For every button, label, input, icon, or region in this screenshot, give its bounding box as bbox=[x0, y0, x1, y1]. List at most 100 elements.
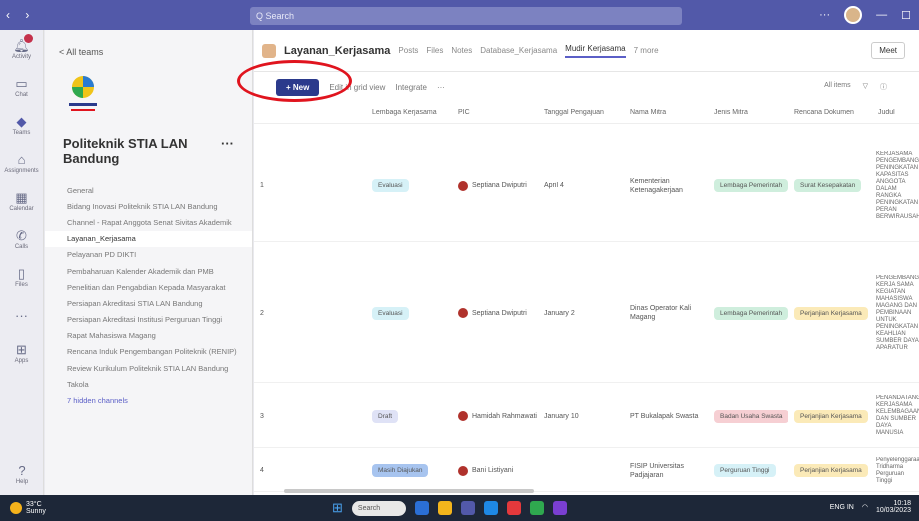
info-icon[interactable]: ⓘ bbox=[880, 82, 887, 92]
rail-help[interactable]: ? Help bbox=[0, 455, 44, 493]
rail-files[interactable]: ▯ Files bbox=[0, 258, 43, 296]
rail-chat[interactable]: ▭ Chat bbox=[0, 68, 43, 106]
wifi-icon[interactable]: ◠ bbox=[862, 503, 868, 511]
channel-item[interactable]: Persiapan Akreditasi Institusi Perguruan… bbox=[45, 312, 252, 328]
table-row[interactable]: 3 Draft Hamidah Rahmawati January 10 PT Buka… bbox=[254, 385, 919, 448]
tray-lang[interactable]: ENG IN bbox=[830, 504, 854, 511]
toolbar-more-icon[interactable]: ··· bbox=[437, 83, 445, 92]
phone-icon: ✆ bbox=[16, 227, 27, 243]
channel-item[interactable]: Penelitian dan Pengabdian Kepada Masyara… bbox=[45, 279, 252, 295]
tab-more[interactable]: 7 more bbox=[634, 46, 659, 55]
filter-icon[interactable]: ▽ bbox=[863, 82, 868, 92]
integrate-button[interactable]: Integrate bbox=[395, 83, 427, 92]
rail-more[interactable]: ··· bbox=[0, 296, 43, 334]
channel-item-active[interactable]: Layanan_Kerjasama bbox=[45, 230, 252, 247]
col-header[interactable]: PIC bbox=[452, 109, 538, 116]
minimize-icon[interactable]: — bbox=[876, 9, 887, 21]
channel-item[interactable]: Review Kurikulum Politeknik STIA LAN Ban… bbox=[45, 360, 252, 376]
person-chip[interactable]: Bani Listiyani bbox=[458, 465, 538, 476]
title-bar: ‹ › Q Search ··· — ☐ bbox=[0, 0, 919, 30]
taskbar-app-icon[interactable] bbox=[414, 501, 429, 515]
person-chip[interactable]: Hamidah Rahmawati bbox=[458, 411, 538, 421]
status-pill: Surat Kesepakatan bbox=[794, 179, 862, 192]
back-to-teams-link[interactable]: < All teams bbox=[45, 30, 252, 65]
cell-text: Kementerian Ketenagakerjaan bbox=[630, 177, 683, 194]
tab-posts[interactable]: Posts bbox=[398, 46, 418, 55]
status-pill: Evaluasi bbox=[372, 306, 409, 320]
rail-activity[interactable]: 🔔︎ Activity bbox=[0, 30, 43, 68]
status-pill: Lembaga Pemerintah bbox=[714, 179, 788, 192]
channel-item[interactable]: Rencana Induk Pengembangan Politeknik (R… bbox=[45, 344, 252, 360]
status-pill: Perjanjian Kerjasama bbox=[794, 306, 868, 320]
search-input[interactable]: Q Search bbox=[250, 7, 682, 25]
table-row[interactable]: 1 Evaluasi Septiana Dwiputri April 4 Kemente… bbox=[254, 130, 919, 242]
taskbar-search[interactable]: Search bbox=[351, 500, 406, 516]
col-header[interactable]: Tanggal Pengajuan bbox=[538, 109, 624, 116]
status-pill: Perjanjian Kerjasama bbox=[794, 409, 868, 423]
tab-files[interactable]: Files bbox=[426, 46, 443, 55]
team-logo bbox=[69, 76, 97, 111]
col-header[interactable]: Judul bbox=[872, 109, 919, 116]
maximize-icon[interactable]: ☐ bbox=[901, 9, 911, 22]
taskbar-app-icon[interactable] bbox=[460, 501, 475, 515]
hidden-channels-link[interactable]: 7 hidden channels bbox=[45, 392, 252, 408]
person-name: Septiana Dwiputri bbox=[472, 182, 527, 189]
col-header[interactable]: Nama Mitra bbox=[624, 109, 708, 116]
channel-item[interactable]: Persiapan Akreditasi STIA LAN Bandung bbox=[45, 295, 252, 311]
table-cell: 2 bbox=[254, 310, 366, 317]
all-items-view[interactable]: All items bbox=[824, 82, 850, 92]
windows-start-icon[interactable]: ⊞ bbox=[332, 500, 343, 516]
weather-widget[interactable]: 33°C Sunny bbox=[0, 501, 46, 515]
channel-item[interactable]: Pembaharuan Kalender Akademik dan PMB bbox=[45, 263, 252, 279]
table-cell: Kementerian Ketenagakerjaan bbox=[624, 177, 708, 195]
taskbar-app-icon[interactable] bbox=[506, 501, 521, 515]
user-avatar[interactable] bbox=[844, 6, 863, 24]
channel-item[interactable]: Pelayanan PD DIKTI bbox=[45, 247, 252, 263]
nav-arrows[interactable]: ‹ › bbox=[0, 8, 44, 22]
taskbar-app-icon[interactable] bbox=[552, 501, 567, 515]
person-chip[interactable]: Septiana Dwiputri bbox=[458, 308, 538, 318]
table-row[interactable]: 2 Evaluasi Septiana Dwiputri January 2 Dinas… bbox=[254, 244, 919, 383]
channel-item[interactable]: General bbox=[45, 182, 252, 198]
col-header[interactable]: Rencana Dokumen bbox=[788, 109, 872, 116]
view-controls: All items ▽ ⓘ bbox=[824, 82, 887, 92]
more-options-icon[interactable]: ··· bbox=[819, 9, 830, 21]
rail-label: Apps bbox=[14, 357, 29, 364]
col-header[interactable]: Jenis Mitra bbox=[708, 109, 788, 116]
channel-list: General Bidang Inovasi Politeknik STIA L… bbox=[45, 182, 252, 409]
table-cell: 1 bbox=[254, 182, 366, 189]
rail-calls[interactable]: ✆ Calls bbox=[0, 220, 43, 258]
taskbar-app-icon[interactable] bbox=[529, 501, 544, 515]
col-header[interactable]: Lembaga Kerjasama bbox=[366, 109, 452, 116]
cell-text: January 2 bbox=[544, 309, 575, 317]
channel-item[interactable]: Channel - Rapat Anggota Senat Sivitas Ak… bbox=[45, 214, 252, 230]
table-cell: 4 bbox=[254, 467, 366, 474]
channel-avatar-icon bbox=[262, 43, 276, 58]
channel-item[interactable]: Takola bbox=[45, 376, 252, 392]
team-options-icon[interactable]: ··· bbox=[221, 136, 234, 166]
tab-database[interactable]: Database_Kerjasama bbox=[480, 46, 557, 55]
channel-item[interactable]: Bidang Inovasi Politeknik STIA LAN Bandu… bbox=[45, 198, 252, 214]
tab-mudir-kerjasama[interactable]: Mudir Kerjasama bbox=[565, 44, 626, 58]
table-row[interactable]: 4 Masih Diajukan Bani Listiyani FISIP Unive… bbox=[254, 450, 919, 492]
person-chip[interactable]: Septiana Dwiputri bbox=[458, 180, 538, 191]
weather-desc: Sunny bbox=[26, 508, 46, 515]
table-cell: Perguruan Tinggi bbox=[708, 464, 788, 477]
horizontal-scrollbar[interactable] bbox=[284, 489, 534, 493]
status-pill: Evaluasi bbox=[372, 179, 409, 192]
meet-button[interactable]: Meet bbox=[871, 42, 905, 59]
taskbar-app-icon[interactable] bbox=[437, 501, 452, 515]
team-name[interactable]: Politeknik STIA LAN Bandung ··· bbox=[45, 122, 252, 182]
taskbar-app-icon[interactable] bbox=[483, 501, 498, 515]
os-taskbar: 33°C Sunny ⊞ Search ENG IN ◠ 10:18 10/03/2… bbox=[0, 495, 919, 521]
team-name-text: Politeknik STIA LAN Bandung bbox=[63, 136, 188, 166]
rail-apps[interactable]: ⊞ Apps bbox=[0, 334, 43, 372]
channel-item[interactable]: Rapat Mahasiswa Magang bbox=[45, 328, 252, 344]
rail-calendar[interactable]: ▦ Calendar bbox=[0, 182, 43, 220]
teams-icon: ◆ bbox=[16, 113, 27, 129]
rail-teams[interactable]: ◆ Teams bbox=[0, 106, 43, 144]
person-name: Septiana Dwiputri bbox=[472, 309, 527, 317]
person-name: Hamidah Rahmawati bbox=[472, 412, 537, 420]
tab-notes[interactable]: Notes bbox=[451, 46, 472, 55]
rail-assignments[interactable]: ⌂ Assignments bbox=[0, 144, 43, 182]
